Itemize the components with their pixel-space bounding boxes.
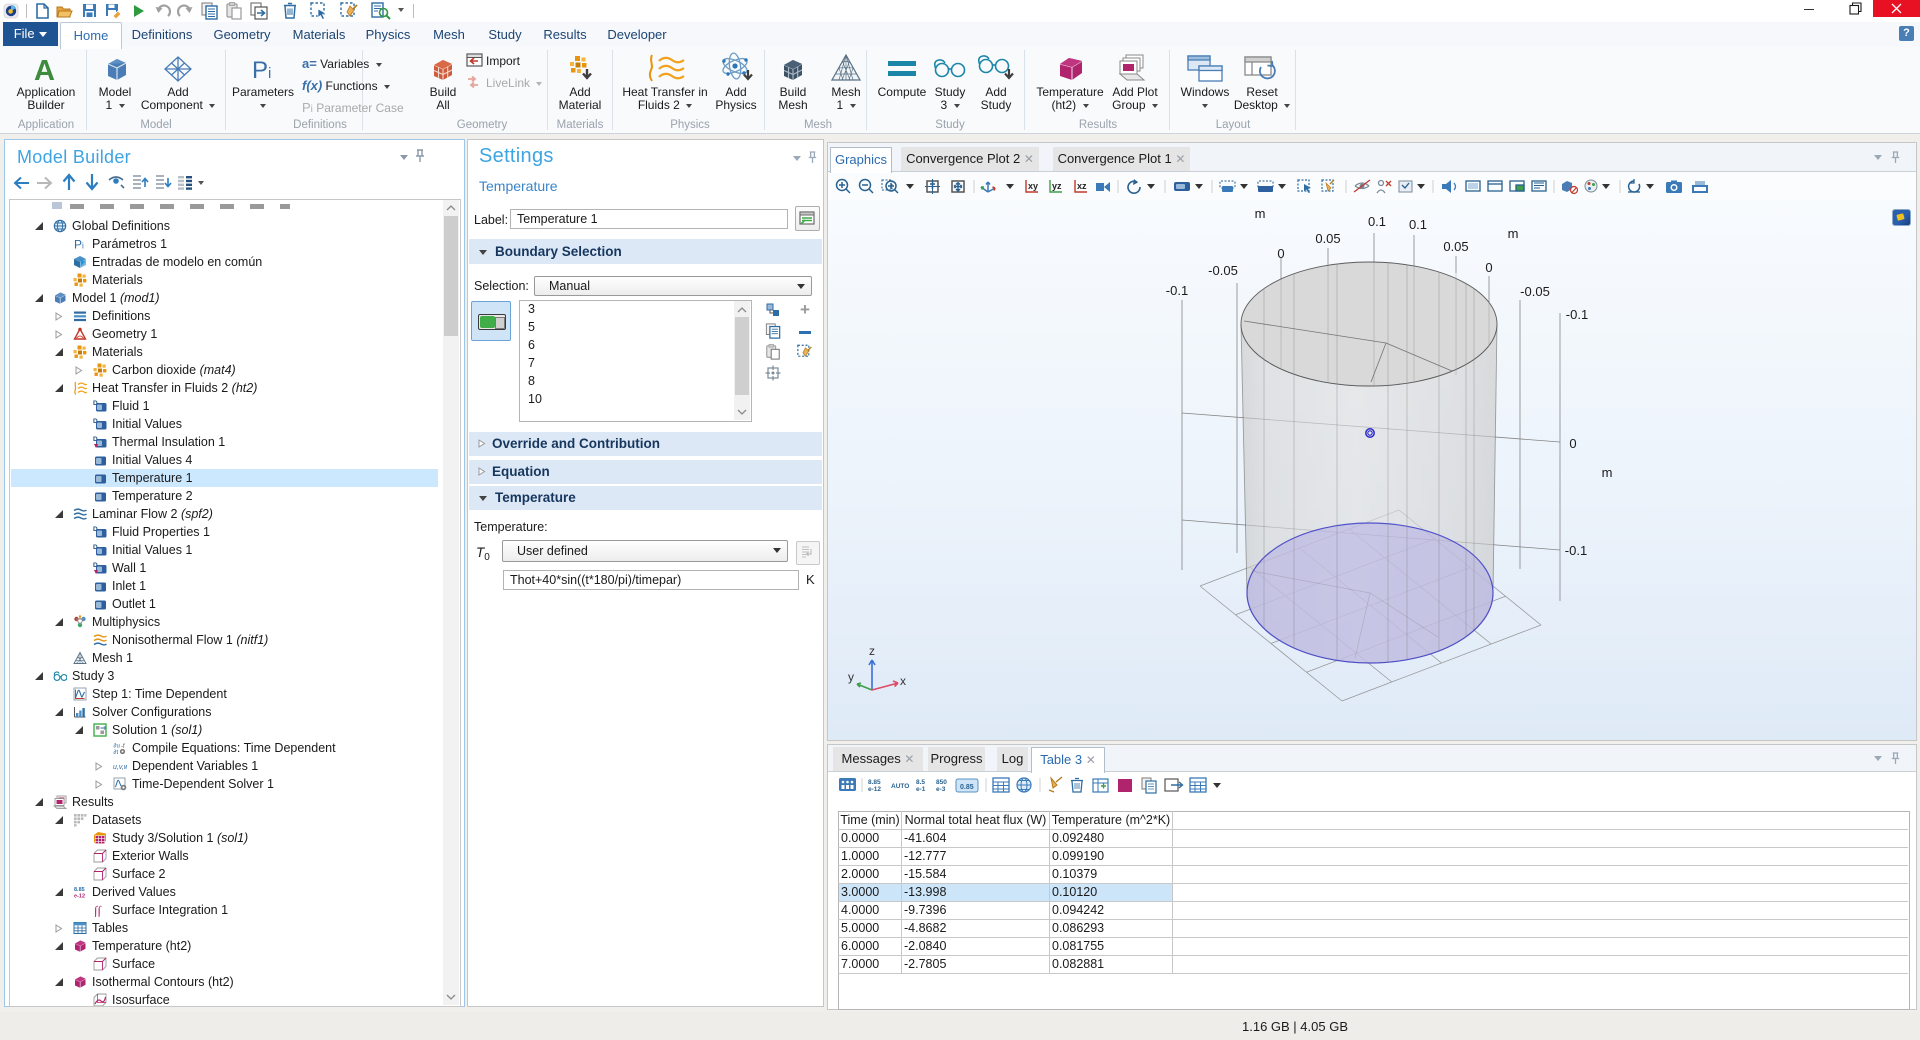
svg-text:850: 850: [936, 779, 947, 786]
svg-text:-0.1: -0.1: [1166, 283, 1188, 298]
svg-text:z: z: [869, 644, 875, 658]
svg-text:y: y: [848, 670, 854, 684]
svg-text:m: m: [1255, 206, 1266, 221]
svg-text:e-12: e-12: [868, 786, 881, 793]
svg-text:-0.05: -0.05: [1208, 263, 1238, 278]
svg-text:m: m: [1602, 465, 1613, 480]
svg-text:xy: xy: [1028, 181, 1038, 191]
svg-text:0: 0: [1569, 436, 1576, 451]
svg-text:0: 0: [1485, 260, 1492, 275]
svg-text:m: m: [1508, 226, 1519, 241]
svg-text:8.5: 8.5: [916, 779, 925, 786]
svg-text:e-3: e-3: [936, 786, 946, 793]
svg-text:0.05: 0.05: [1315, 231, 1340, 246]
svg-text:x: x: [900, 674, 906, 688]
svg-text:e-1: e-1: [916, 786, 926, 793]
svg-text:-0.05: -0.05: [1520, 284, 1550, 299]
svg-text:0: 0: [1277, 246, 1284, 261]
svg-text:8.85: 8.85: [868, 779, 881, 786]
svg-text:AUTO: AUTO: [891, 783, 909, 790]
svg-text:-0.1: -0.1: [1565, 543, 1587, 558]
svg-text:0.85: 0.85: [960, 784, 974, 791]
svg-text:0.05: 0.05: [1443, 239, 1468, 254]
svg-text:0.1: 0.1: [1368, 214, 1386, 229]
svg-text:-0.1: -0.1: [1566, 307, 1588, 322]
svg-text:yz: yz: [1052, 181, 1062, 191]
svg-text:0.1: 0.1: [1409, 217, 1427, 232]
svg-text:xz: xz: [1077, 181, 1087, 191]
